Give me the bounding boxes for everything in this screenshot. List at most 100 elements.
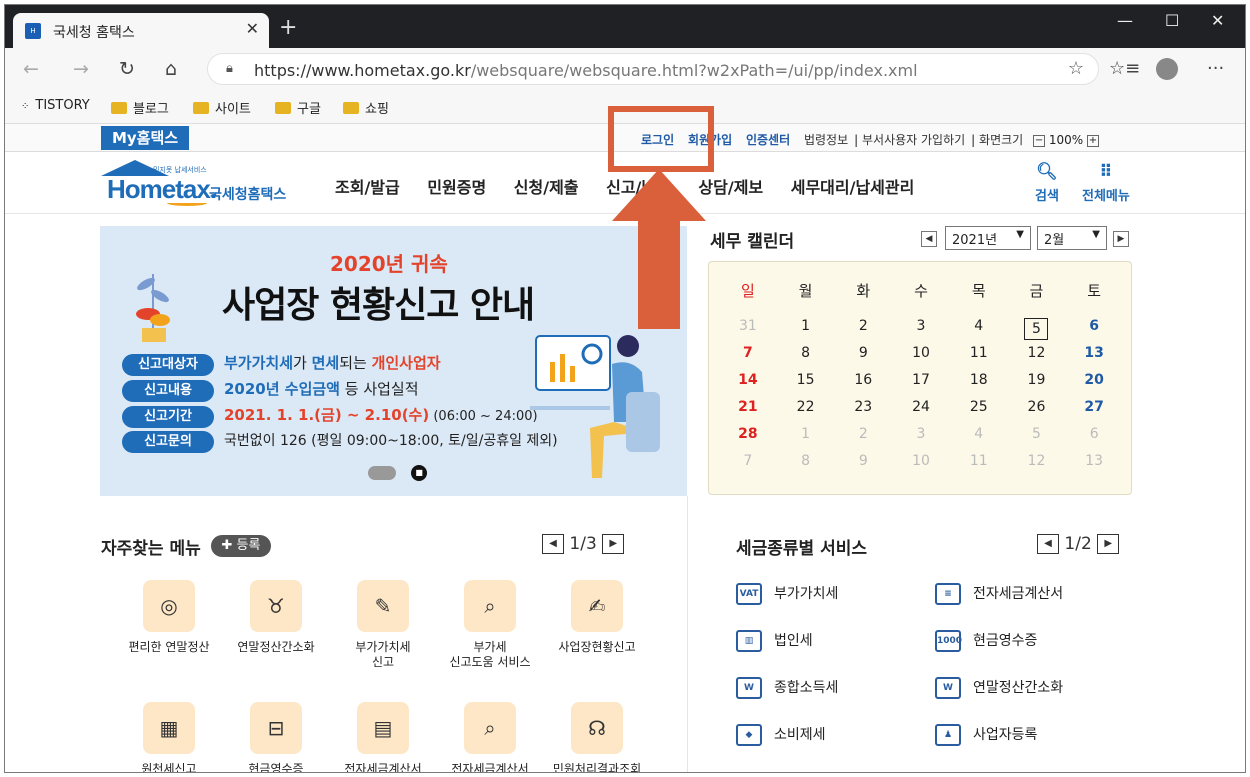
tax-service-item[interactable]: W 연말정산간소화: [935, 677, 1063, 699]
zoom-in-button[interactable]: +: [1087, 134, 1099, 147]
frequent-menu-item[interactable]: ⌕ 부가세 신고도움 서비스: [435, 580, 545, 670]
minimize-button[interactable]: —: [1117, 11, 1133, 30]
frequent-menu-item[interactable]: ▦ 원천세신고: [114, 702, 224, 772]
slide-indicator[interactable]: [368, 465, 396, 480]
calendar-day[interactable]: 9: [834, 453, 892, 480]
forward-icon[interactable]: →: [73, 58, 89, 80]
frequent-menu-item[interactable]: ▤ 전자세금계산서: [328, 702, 438, 772]
calendar-day[interactable]: 17: [892, 372, 950, 399]
calendar-day[interactable]: 26: [1008, 399, 1066, 426]
calendar-next-icon[interactable]: ▶: [1113, 231, 1129, 247]
bookmark-folder-google[interactable]: 구글: [275, 98, 321, 117]
nav-item[interactable]: 상담/제보: [698, 178, 763, 197]
promo-banner[interactable]: 2020년 귀속 사업장 현황신고 안내 신고대상자 부가가치세가 면세되는 개인…: [100, 226, 687, 496]
calendar-day[interactable]: 8: [777, 345, 835, 372]
calendar-day[interactable]: 14: [719, 372, 777, 399]
next-page-icon[interactable]: ▶: [1097, 534, 1120, 554]
calendar-day[interactable]: 18: [950, 372, 1008, 399]
calendar-day[interactable]: 20: [1065, 372, 1123, 399]
calendar-day[interactable]: 19: [1008, 372, 1066, 399]
bookmark-folder-shopping[interactable]: 쇼핑: [343, 98, 389, 117]
calendar-prev-icon[interactable]: ◀: [921, 231, 937, 247]
bookmark-folder-site[interactable]: 사이트: [193, 98, 251, 117]
calendar-day[interactable]: 11: [950, 345, 1008, 372]
calendar-day[interactable]: 5: [1008, 318, 1066, 345]
calendar-day[interactable]: 6: [1065, 318, 1123, 345]
frequent-menu-item[interactable]: ☊ 민원처리결과조회: [542, 702, 652, 772]
close-window-button[interactable]: ✕: [1211, 11, 1224, 30]
calendar-day[interactable]: 12: [1008, 345, 1066, 372]
frequent-menu-item[interactable]: ✎ 부가가치세 신고: [328, 580, 438, 670]
register-button[interactable]: ✚ 등록: [211, 535, 271, 557]
profile-avatar[interactable]: [1156, 58, 1178, 80]
frequent-menu-item[interactable]: ⌕ 전자세금계산서: [435, 702, 545, 772]
bookmark-folder-blog[interactable]: 블로그: [111, 98, 169, 117]
prev-page-icon[interactable]: ◀: [1037, 534, 1059, 554]
calendar-day[interactable]: 27: [1065, 399, 1123, 426]
nav-item[interactable]: 신청/제출: [514, 178, 579, 197]
calendar-day[interactable]: 4: [950, 318, 1008, 345]
calendar-day[interactable]: 13: [1065, 345, 1123, 372]
frequent-menu-item[interactable]: ♉ 연말정산간소화: [221, 580, 331, 655]
calendar-day[interactable]: 16: [834, 372, 892, 399]
calendar-day[interactable]: 7: [719, 345, 777, 372]
tax-service-item[interactable]: 1000 현금영수증: [935, 630, 1037, 652]
calendar-day[interactable]: 13: [1065, 453, 1123, 480]
prev-page-icon[interactable]: ◀: [542, 534, 564, 554]
tax-service-item[interactable]: ▥ 법인세: [736, 630, 813, 652]
month-select[interactable]: 2월 ▼: [1037, 226, 1107, 250]
calendar-day[interactable]: 2: [834, 318, 892, 345]
refresh-icon[interactable]: ↻: [119, 58, 135, 80]
calendar-day[interactable]: 1: [777, 318, 835, 345]
calendar-day[interactable]: 15: [777, 372, 835, 399]
frequent-menu-item[interactable]: ◎ 편리한 연말정산: [114, 580, 224, 655]
address-bar[interactable]: 🔒︎ https://www.hometax.go.kr/websquare/w…: [207, 53, 1099, 85]
maximize-button[interactable]: ☐: [1165, 11, 1179, 30]
hometax-logo[interactable]: 믿지못 납세서비스 Hometax. 국세청홈택스: [101, 160, 301, 206]
nav-item[interactable]: 민원증명: [427, 178, 486, 197]
back-icon[interactable]: ←: [23, 58, 39, 80]
calendar-day[interactable]: 23: [834, 399, 892, 426]
my-hometax-button[interactable]: My홈택스: [101, 126, 189, 150]
tax-service-item[interactable]: ≡ 전자세금계산서: [935, 583, 1063, 605]
home-icon[interactable]: ⌂: [165, 58, 177, 80]
frequent-menu-item[interactable]: ⊟ 현금영수증: [221, 702, 331, 772]
calendar-day[interactable]: 2: [834, 426, 892, 453]
tax-service-item[interactable]: ◆ 소비제세: [736, 724, 826, 746]
cert-center-link[interactable]: 인증센터: [746, 133, 790, 147]
calendar-day[interactable]: 7: [719, 453, 777, 480]
calendar-day[interactable]: 4: [950, 426, 1008, 453]
nav-item[interactable]: 조회/발급: [335, 178, 400, 197]
calendar-day[interactable]: 10: [892, 345, 950, 372]
more-menu-icon[interactable]: ···: [1207, 58, 1224, 79]
browser-tab[interactable]: H 국세청 홈택스 ✕: [13, 13, 269, 48]
tax-service-item[interactable]: ♟ 사업자등록: [935, 724, 1037, 746]
zoom-out-button[interactable]: −: [1033, 134, 1046, 147]
law-info-link[interactable]: 법령정보: [804, 133, 848, 147]
nav-item[interactable]: 세무대리/납세관리: [791, 178, 915, 197]
today-marker[interactable]: 5: [1024, 318, 1049, 340]
search-button[interactable]: 🔍︎ 검색: [1035, 162, 1059, 204]
calendar-day[interactable]: 9: [834, 345, 892, 372]
calendar-day[interactable]: 25: [950, 399, 1008, 426]
calendar-day[interactable]: 3: [892, 426, 950, 453]
tab-close-icon[interactable]: ✕: [246, 19, 259, 38]
all-menu-button[interactable]: ⠿ 전체메뉴: [1082, 162, 1130, 204]
calendar-day[interactable]: 10: [892, 453, 950, 480]
calendar-day[interactable]: 31: [719, 318, 777, 345]
calendar-day[interactable]: 12: [1008, 453, 1066, 480]
calendar-day[interactable]: 1: [777, 426, 835, 453]
calendar-day[interactable]: 3: [892, 318, 950, 345]
calendar-day[interactable]: 24: [892, 399, 950, 426]
add-favorite-icon[interactable]: ☆: [1068, 58, 1084, 79]
favorites-icon[interactable]: ☆≡: [1109, 58, 1140, 79]
calendar-day[interactable]: 28: [719, 426, 777, 453]
calendar-day[interactable]: 21: [719, 399, 777, 426]
calendar-day[interactable]: 11: [950, 453, 1008, 480]
tax-service-item[interactable]: VAT 부가가치세: [736, 583, 838, 605]
calendar-day[interactable]: 8: [777, 453, 835, 480]
tax-service-item[interactable]: W 종합소득세: [736, 677, 838, 699]
calendar-day[interactable]: 22: [777, 399, 835, 426]
new-tab-button[interactable]: +: [279, 15, 297, 40]
dept-user-link[interactable]: 부서사용자 가입하기: [862, 133, 965, 147]
